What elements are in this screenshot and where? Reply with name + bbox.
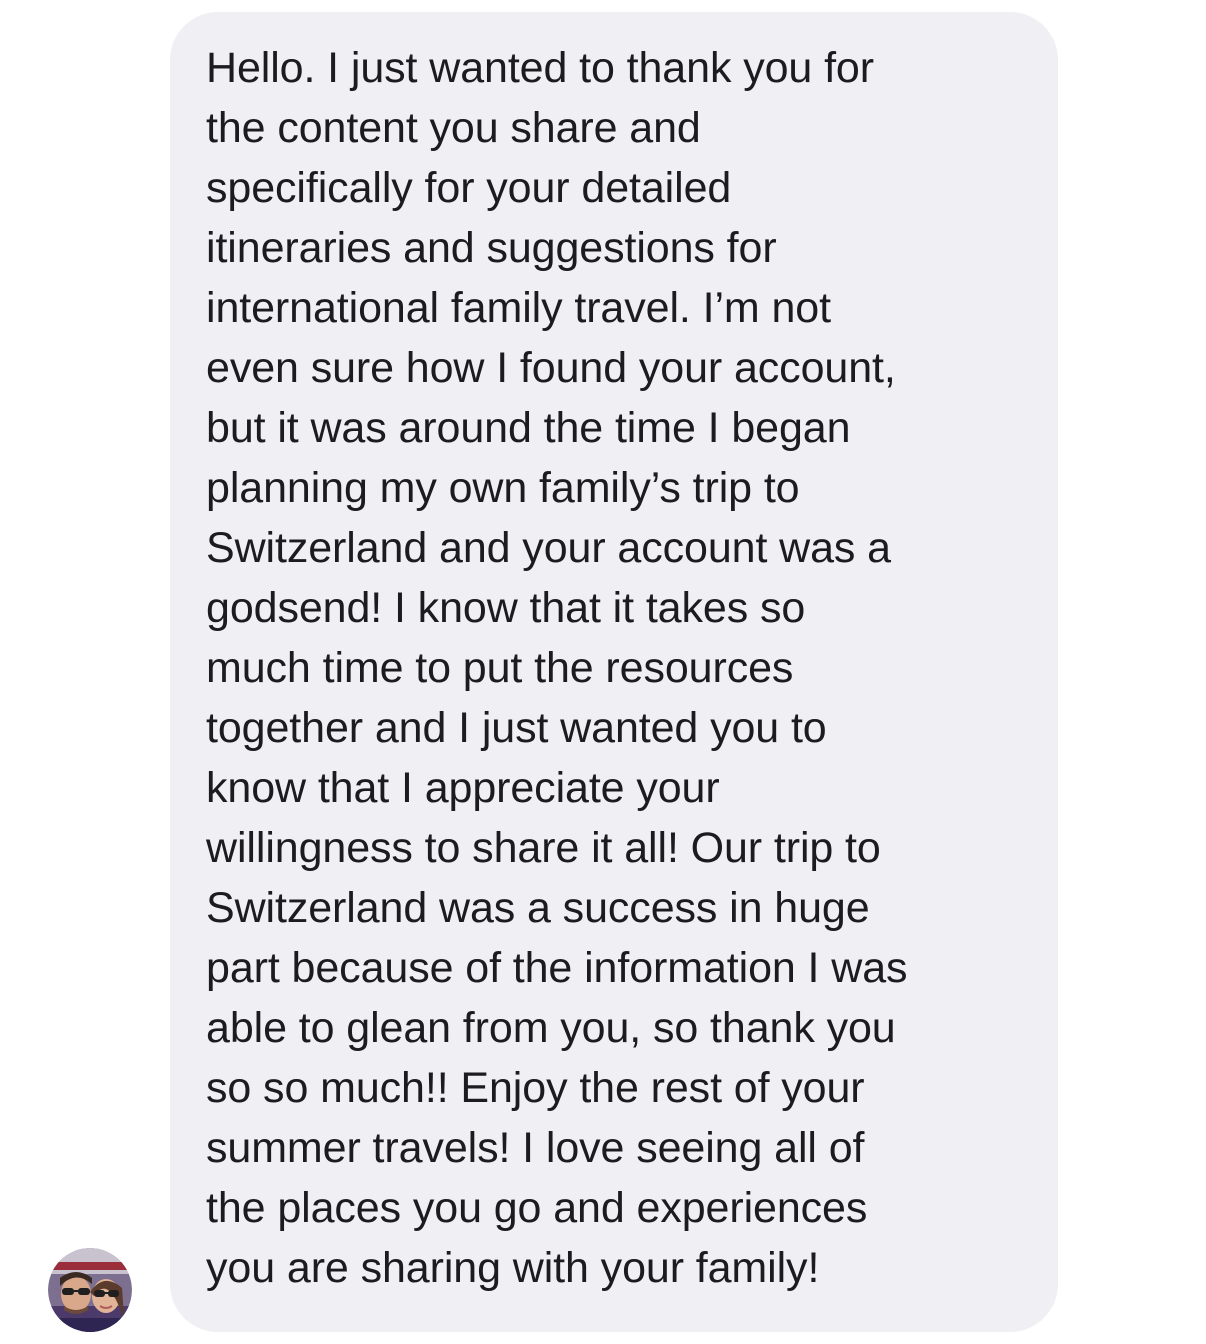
message-text-line: even sure how I found your account, (206, 344, 896, 392)
message-text-line: together and I just wanted you to (206, 704, 827, 752)
message-text-line: so so much!! Enjoy the rest of your (206, 1064, 865, 1112)
chat-screen: Hello. I just wanted to thank you for th… (0, 0, 1206, 1344)
message-text-line: know that I appreciate your (206, 764, 720, 812)
message-text-line: you are sharing with your family! (206, 1244, 820, 1292)
message-text-line: the content you share and (206, 104, 701, 152)
message-text-line: Switzerland and your account was a (206, 524, 891, 572)
message-text-line: planning my own family’s trip to (206, 464, 800, 512)
message-text-line: specifically for your detailed (206, 164, 732, 212)
message-text-line: able to glean from you, so thank you (206, 1004, 896, 1052)
message-text-line: the places you go and experiences (206, 1184, 868, 1232)
message-text-line: part because of the information I was (206, 944, 908, 992)
message-text-line: but it was around the time I began (206, 404, 851, 452)
message-text-line: summer travels! I love seeing all of (206, 1124, 865, 1172)
message-text-line: willingness to share it all! Our trip to (206, 824, 881, 872)
message-text-line: itineraries and suggestions for (206, 224, 777, 272)
profile-photo-avatar-icon (48, 1248, 132, 1332)
message-text-line: international family travel. I’m not (206, 284, 831, 332)
message-text-line: much time to put the resources (206, 644, 794, 692)
message-bubble[interactable]: Hello. I just wanted to thank you for th… (170, 12, 1058, 1332)
message-text-line: Switzerland was a success in huge (206, 884, 870, 932)
message-text-line: godsend! I know that it takes so (206, 584, 806, 632)
message-text-line: Hello. I just wanted to thank you for (206, 44, 874, 92)
sender-avatar[interactable] (48, 1248, 132, 1332)
